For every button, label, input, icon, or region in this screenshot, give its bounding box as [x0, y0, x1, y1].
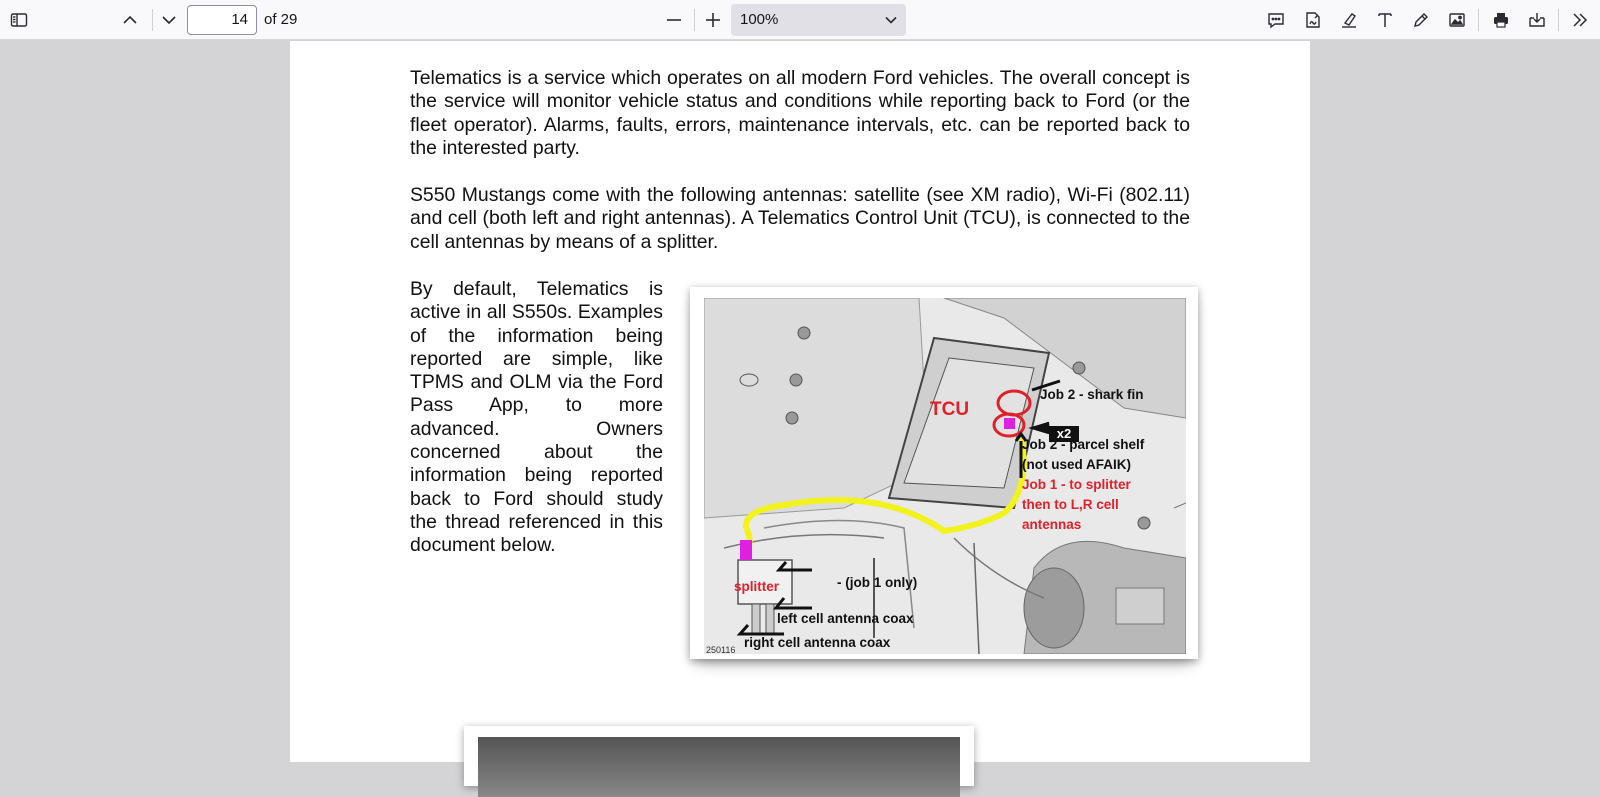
signature-icon[interactable] [1299, 6, 1327, 34]
image-icon[interactable] [1443, 6, 1471, 34]
highlight-icon[interactable] [1335, 6, 1363, 34]
figure-id: 250116 [706, 645, 736, 654]
annotation-job1-only: - (job 1 only) [837, 575, 918, 590]
minus-icon[interactable] [660, 6, 688, 34]
toolbar-divider [1478, 9, 1479, 31]
save-icon[interactable] [1523, 6, 1551, 34]
annotation-right-coax: right cell antenna coax [744, 635, 891, 650]
draw-icon[interactable] [1407, 6, 1435, 34]
annotation-job2-shark-fin: Job 2 - shark fin [1040, 387, 1144, 402]
annotation-job1-line3: antennas [1022, 517, 1082, 532]
pdf-page: Telematics is a service which operates o… [290, 41, 1310, 797]
second-figure-photo [478, 737, 960, 797]
tcu-diagram-figure: TCU Job 2 - shark fin x2 Job 2 - parcel … [690, 287, 1198, 659]
page-number-input[interactable]: 14 [187, 5, 257, 35]
toolbar-divider [152, 9, 153, 31]
paragraph-antennas: S550 Mustangs come with the following an… [410, 184, 1190, 253]
chevron-down-icon [885, 16, 897, 24]
annotation-job1-line2: then to L,R cell [1022, 497, 1119, 512]
text-icon[interactable] [1371, 6, 1399, 34]
page-count-label: of 29 [264, 11, 298, 28]
toolbar-divider [694, 9, 695, 31]
double-chevron-right-icon[interactable] [1566, 6, 1594, 34]
chevron-up-icon[interactable] [116, 6, 144, 34]
print-icon[interactable] [1487, 6, 1515, 34]
paragraph-telematics-intro: Telematics is a service which operates o… [410, 67, 1190, 159]
chevron-down-icon[interactable] [155, 6, 183, 34]
plus-icon[interactable] [699, 6, 727, 34]
annotation-job2-parcel-shelf: Job 2 - parcel shelf [1022, 437, 1145, 452]
zoom-value: 100% [740, 11, 779, 28]
zoom-select[interactable]: 100% [731, 4, 906, 36]
second-figure [464, 726, 974, 797]
annotation-not-used: (not used AFAIK) [1022, 457, 1131, 472]
toolbar-divider [1558, 9, 1559, 31]
vehicle-interior-photo [704, 298, 1186, 654]
pdf-toolbar: 14 of 29 100% [0, 0, 1600, 40]
tcu-diagram-photo: TCU Job 2 - shark fin x2 Job 2 - parcel … [704, 298, 1186, 654]
annotation-job1-line1: Job 1 - to splitter [1022, 477, 1131, 492]
tcu-label: TCU [930, 399, 970, 420]
splitter-label: splitter [734, 579, 780, 594]
annotation-left-coax: left cell antenna coax [777, 611, 914, 626]
sidebar-toggle-icon[interactable] [5, 6, 33, 34]
comment-icon[interactable] [1262, 6, 1290, 34]
paragraph-default-telematics: By default, Telematics is active in all … [410, 278, 663, 557]
